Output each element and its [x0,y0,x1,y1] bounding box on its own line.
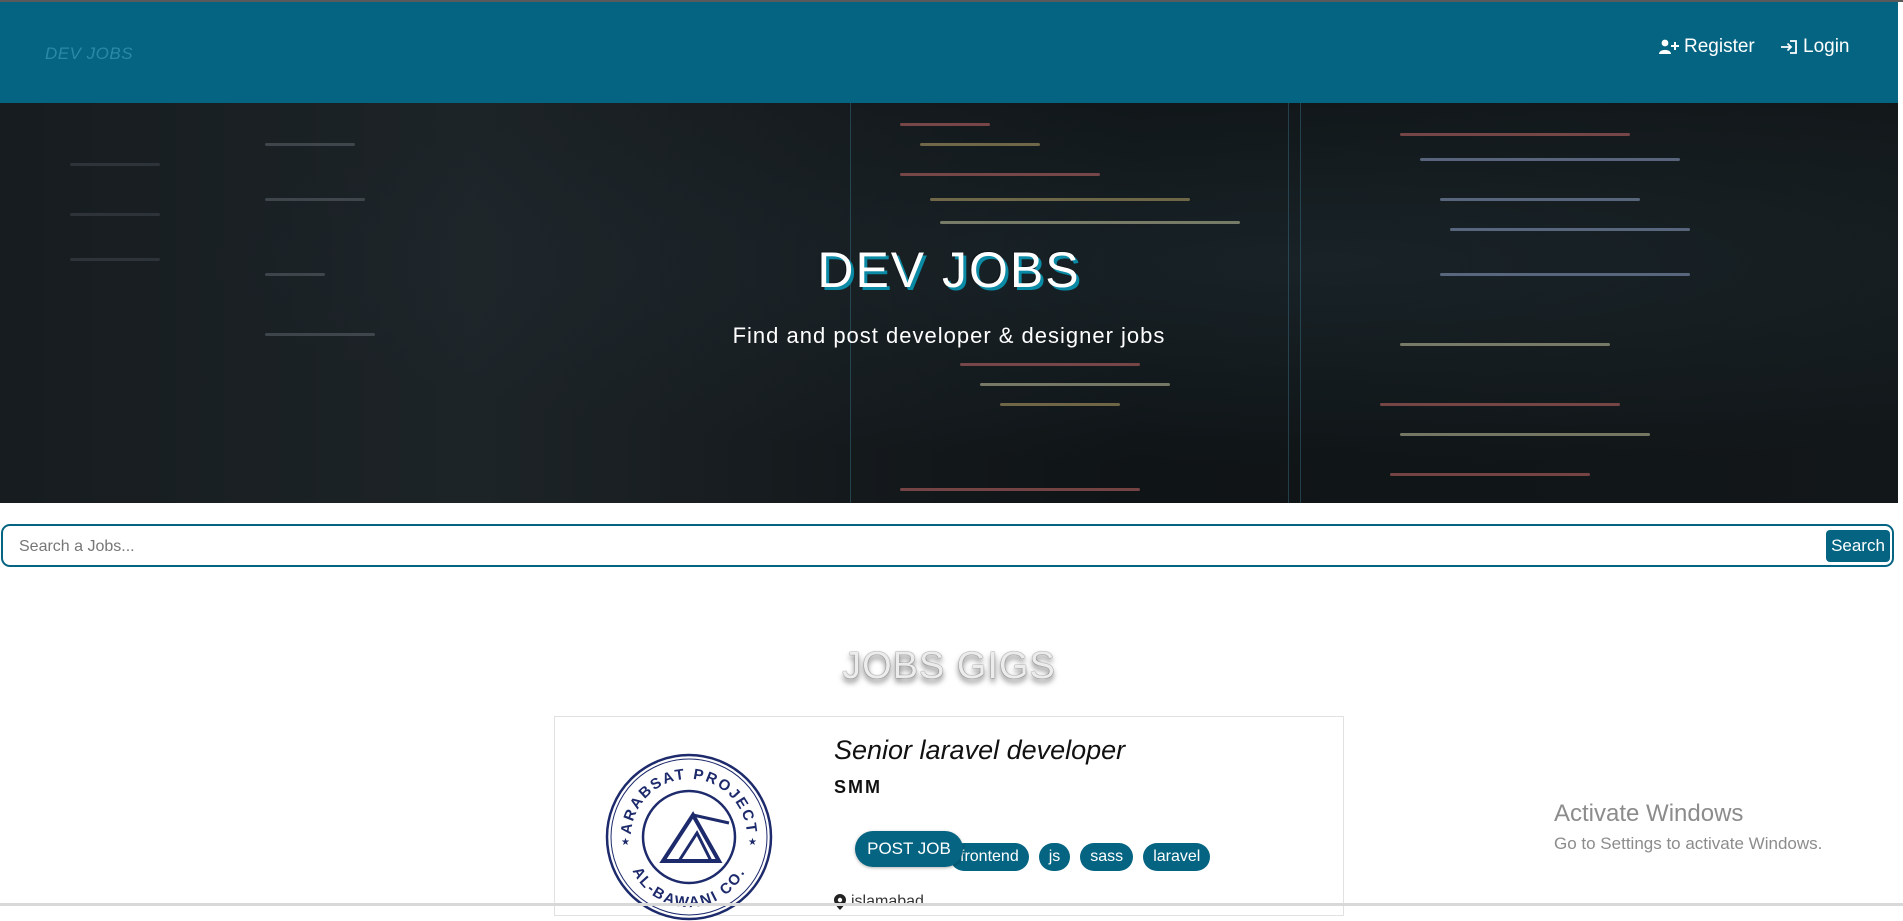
tag-sass[interactable]: sass [1080,843,1134,871]
company-logo: ARABSAT PROJECT AL-BAWANI CO. ★ ★ [605,753,773,921]
job-card[interactable]: ARABSAT PROJECT AL-BAWANI CO. ★ ★ Senior… [554,716,1344,921]
register-label: Register [1684,36,1755,57]
section-title: JOBS GIGS [842,645,1056,687]
login-link[interactable]: Login [1780,34,1850,60]
tag-js[interactable]: js [1038,843,1071,871]
windows-activation-watermark: Activate Windows Go to Settings to activ… [1554,800,1822,854]
hero-subtitle: Find and post developer & designer jobs [732,323,1166,348]
location-text: islamabad [851,893,924,910]
user-plus-icon [1659,39,1679,54]
sign-in-icon [1781,40,1797,54]
tag-laravel[interactable]: laravel [1143,843,1211,871]
watermark-title: Activate Windows [1554,800,1744,827]
search-button[interactable]: Search [1826,530,1890,562]
hero-banner: DEV JOBS Find and post developer & desig… [0,103,1898,503]
company-name: SMM [834,777,882,797]
svg-text:★: ★ [621,837,630,848]
brand-logo[interactable]: DEV JOBS [45,44,133,64]
hero-title: DEV JOBS [817,242,1081,298]
job-location: islamabad [834,893,924,911]
navbar: DEV JOBS Register Login [0,2,1898,103]
svg-text:★: ★ [748,837,757,848]
watermark-subtitle: Go to Settings to activate Windows. [1554,834,1823,853]
login-label: Login [1803,36,1850,57]
job-title[interactable]: Senior laravel developer [834,735,1125,766]
search-input[interactable] [17,534,1801,560]
register-link[interactable]: Register [1659,34,1755,60]
map-marker-icon [834,894,846,910]
search-bar: Search [1,524,1894,567]
post-job-button[interactable]: POST JOB [855,831,963,867]
tag-list: frontend js sass laravel [950,843,1220,871]
